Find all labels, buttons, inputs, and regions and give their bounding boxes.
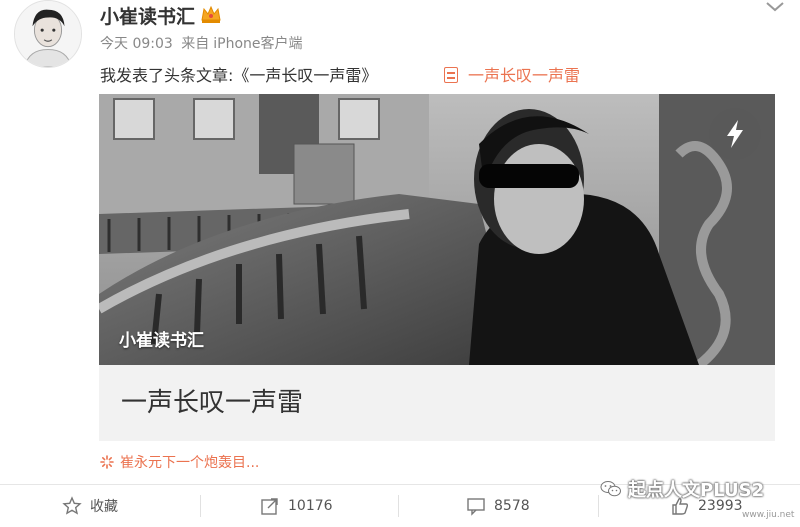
action-separator bbox=[200, 495, 201, 517]
post-text: 我发表了头条文章:《一声长叹一声雷》 bbox=[100, 66, 378, 85]
site-url: www.jiu.net bbox=[742, 510, 795, 520]
spark-icon bbox=[100, 455, 114, 469]
source-line-text: 崔永元下一个炮轰目... bbox=[120, 455, 260, 471]
post-time[interactable]: 今天 09:03 bbox=[100, 36, 173, 52]
doc-icon bbox=[444, 67, 458, 83]
wechat-brand-overlay: 起点人文PLUS2 bbox=[600, 476, 764, 502]
post-meta: 今天 09:03 来自 iPhone客户端 bbox=[100, 33, 307, 53]
article-title[interactable]: 一声长叹一声雷 bbox=[121, 382, 303, 419]
favorite-button[interactable]: 收藏 bbox=[62, 485, 118, 527]
wechat-icon bbox=[600, 481, 621, 497]
action-separator bbox=[598, 495, 599, 517]
source-client[interactable]: iPhone客户端 bbox=[213, 36, 302, 52]
comment-button[interactable]: 8578 bbox=[466, 485, 530, 527]
flash-icon bbox=[727, 120, 743, 148]
source-line[interactable]: 崔永元下一个炮轰目... bbox=[100, 452, 259, 472]
chevron-down-icon[interactable] bbox=[764, 0, 786, 14]
favorite-label: 收藏 bbox=[90, 499, 118, 515]
repost-button[interactable]: 10176 bbox=[260, 485, 333, 527]
flash-badge bbox=[709, 108, 761, 160]
article-card[interactable]: 小崔读书汇 一声长叹一声雷 bbox=[99, 94, 775, 441]
brand-text: 起点人文PLUS2 bbox=[628, 480, 765, 501]
repost-count: 10176 bbox=[288, 498, 333, 514]
article-cover-image[interactable]: 小崔读书汇 bbox=[99, 94, 775, 365]
action-separator bbox=[398, 495, 399, 517]
avatar[interactable] bbox=[14, 0, 82, 68]
username[interactable]: 小崔读书汇 bbox=[100, 2, 195, 29]
cover-watermark: 小崔读书汇 bbox=[119, 331, 204, 351]
article-link[interactable]: 一声长叹一声雷 bbox=[444, 62, 580, 86]
article-link-label: 一声长叹一声雷 bbox=[468, 66, 581, 85]
comment-count: 8578 bbox=[494, 498, 530, 514]
crown-icon bbox=[201, 5, 221, 23]
source-prefix: 来自 bbox=[181, 36, 210, 52]
share-icon bbox=[261, 498, 278, 515]
star-icon bbox=[62, 496, 82, 515]
comment-icon bbox=[467, 498, 485, 516]
